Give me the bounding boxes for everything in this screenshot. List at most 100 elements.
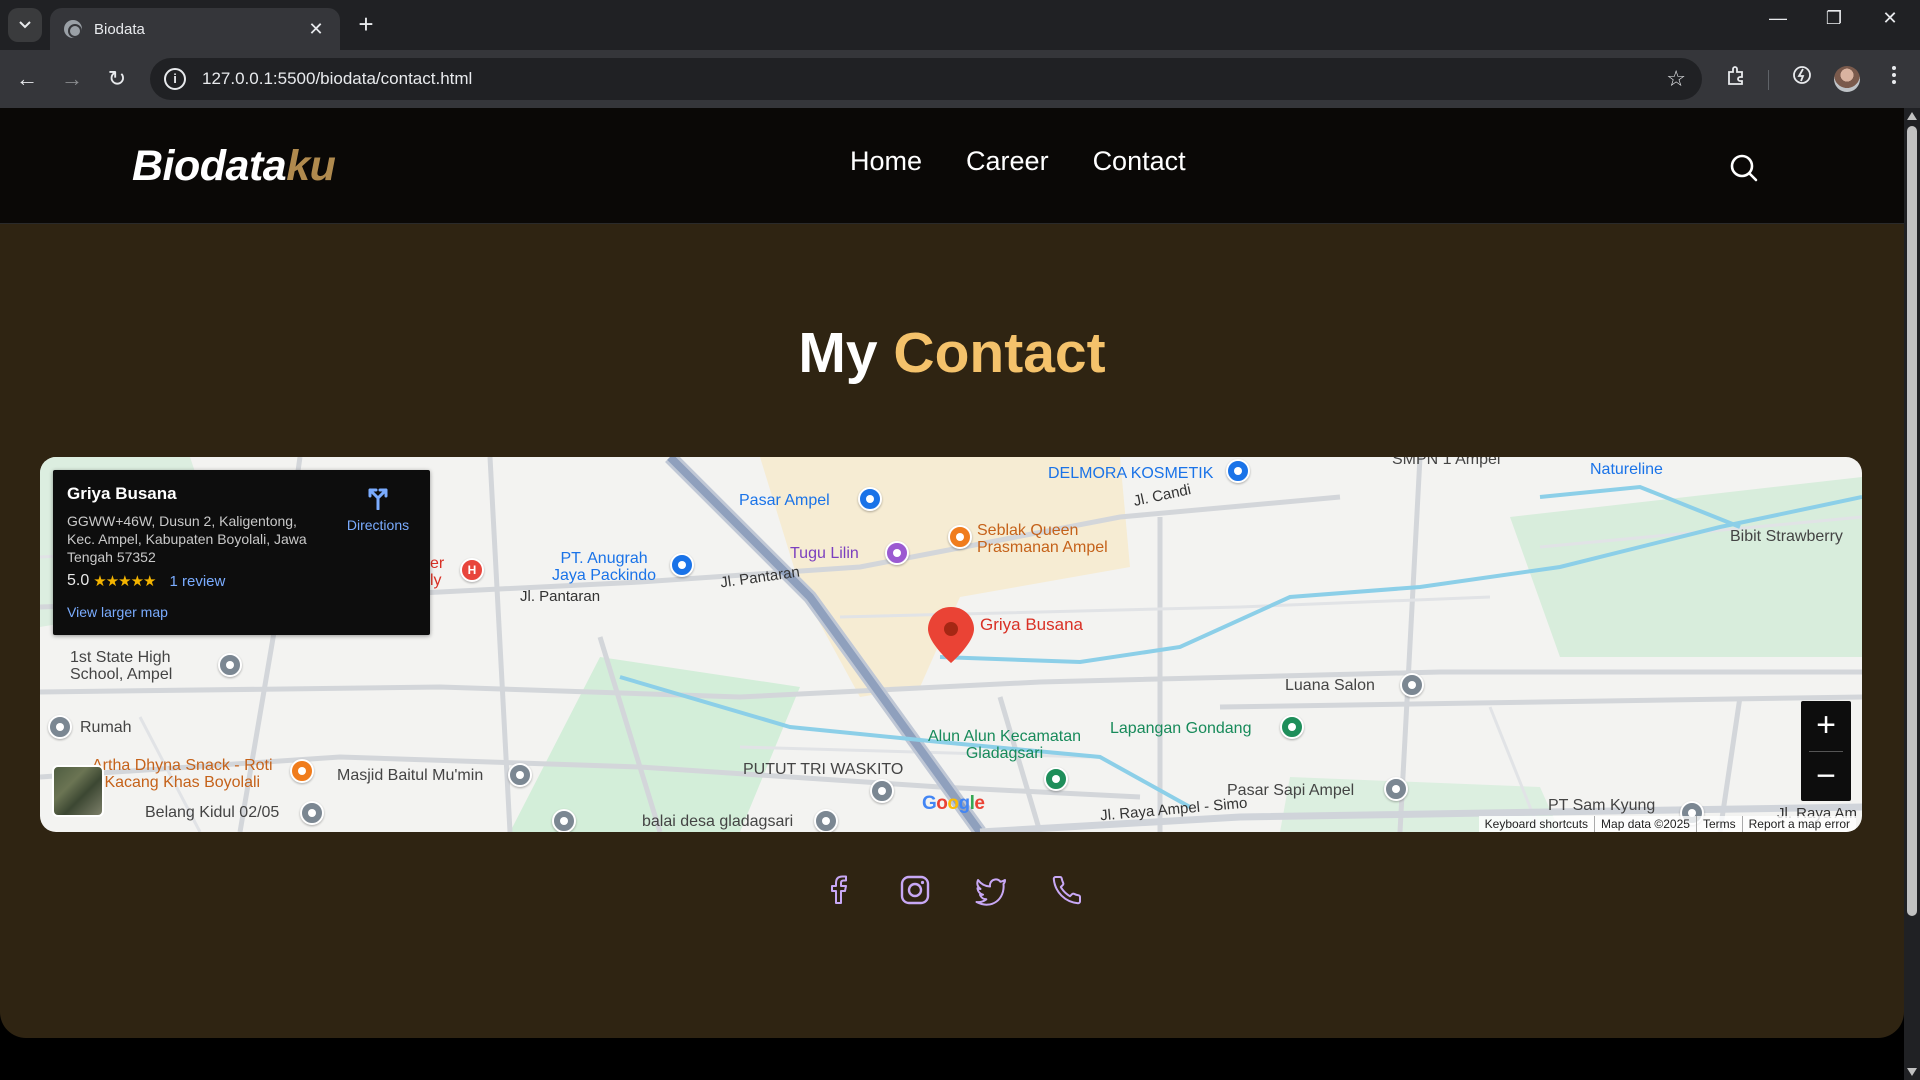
tab-search-button[interactable] bbox=[8, 8, 42, 42]
scroll-down-arrow[interactable] bbox=[1907, 1068, 1917, 1076]
directions-button[interactable]: Directions bbox=[338, 484, 418, 533]
page-scrollbar[interactable] bbox=[1904, 108, 1920, 1080]
map-attribution: Keyboard shortcuts Map data ©2025 Terms … bbox=[1478, 816, 1856, 832]
map-marker-label[interactable]: Griya Busana bbox=[980, 616, 1083, 633]
title-main: My bbox=[798, 321, 894, 385]
view-larger-map-link[interactable]: View larger map bbox=[67, 604, 168, 620]
new-tab-button[interactable]: + bbox=[352, 10, 380, 38]
salon-pin-icon[interactable] bbox=[1400, 673, 1424, 697]
reviews-link[interactable]: 1 review bbox=[170, 573, 226, 590]
park-pin-icon[interactable] bbox=[1044, 767, 1068, 791]
school-pin-icon[interactable] bbox=[218, 653, 242, 677]
poi-label[interactable]: PUTUT TRI WASKITO bbox=[743, 761, 903, 778]
profile-avatar[interactable] bbox=[1834, 66, 1860, 92]
chevron-down-icon bbox=[19, 21, 31, 29]
poi-label[interactable]: balai desa gladagsari bbox=[642, 813, 793, 830]
site-logo[interactable]: Biodataku bbox=[132, 142, 336, 191]
phone-icon[interactable] bbox=[1050, 873, 1084, 907]
scrollbar-thumb[interactable] bbox=[1907, 126, 1917, 916]
poi-label[interactable]: PT Sam Kyung bbox=[1548, 797, 1655, 814]
hospital-pin-icon[interactable]: H bbox=[460, 558, 484, 582]
map-data-text: Map data ©2025 bbox=[1594, 816, 1696, 832]
place-pin-icon[interactable] bbox=[300, 801, 324, 825]
main-nav: Home Career Contact bbox=[850, 146, 1186, 177]
extensions-icon[interactable] bbox=[1721, 64, 1751, 94]
landmark-pin-icon[interactable] bbox=[885, 541, 909, 565]
place-pin-icon[interactable] bbox=[870, 779, 894, 803]
page-title: My Contact bbox=[0, 320, 1904, 386]
title-accent: Contact bbox=[893, 321, 1106, 385]
keyboard-shortcuts-link[interactable]: Keyboard shortcuts bbox=[1479, 816, 1594, 832]
place-pin-icon[interactable] bbox=[552, 809, 576, 832]
poi-label[interactable]: 1st State High School, Ampel bbox=[70, 649, 172, 683]
star-rating-icon: ★★★★★ bbox=[93, 573, 156, 590]
poi-label[interactable]: Artha Dhyna Snack - Roti Kacang Khas Boy… bbox=[92, 757, 273, 791]
restore-button[interactable]: ❐ bbox=[1814, 8, 1854, 29]
nav-contact[interactable]: Contact bbox=[1093, 146, 1186, 177]
menu-kebab-icon[interactable] bbox=[1879, 64, 1909, 94]
park-pin-icon[interactable] bbox=[1280, 715, 1304, 739]
instagram-icon[interactable] bbox=[898, 873, 932, 907]
globe-icon bbox=[64, 20, 82, 38]
poi-label[interactable]: Belang Kidul 02/05 bbox=[145, 804, 279, 821]
site-container: Biodataku Home Career Contact My Contact bbox=[0, 108, 1904, 1038]
scroll-up-arrow[interactable] bbox=[1907, 112, 1917, 120]
poi-label[interactable]: Masjid Baitul Mu'min bbox=[337, 767, 483, 784]
back-button[interactable]: ← bbox=[12, 64, 42, 94]
poi-label[interactable]: Seblak Queen Prasmanan Ampel bbox=[977, 522, 1108, 556]
poi-label[interactable]: Pasar Ampel bbox=[739, 492, 830, 509]
market-pin-icon[interactable] bbox=[1384, 777, 1408, 801]
road-label: Jl. Pantaran bbox=[520, 588, 601, 605]
tab-close-button[interactable]: ✕ bbox=[306, 19, 326, 40]
browser-tab[interactable]: Biodata ✕ bbox=[50, 8, 340, 50]
shop-pin-icon[interactable] bbox=[1226, 459, 1250, 483]
zoom-out-button[interactable]: − bbox=[1801, 752, 1851, 802]
poi-label[interactable]: Natureline bbox=[1590, 461, 1663, 478]
performance-icon[interactable] bbox=[1787, 64, 1817, 94]
nav-career[interactable]: Career bbox=[966, 146, 1049, 177]
poi-label[interactable]: Luana Salon bbox=[1285, 677, 1375, 694]
info-icon[interactable]: i bbox=[164, 68, 186, 90]
site-header: Biodataku Home Career Contact bbox=[0, 108, 1904, 224]
tab-title: Biodata bbox=[94, 20, 145, 38]
minimize-button[interactable]: — bbox=[1758, 8, 1798, 29]
mosque-pin-icon[interactable] bbox=[508, 763, 532, 787]
embedded-map[interactable]: DELMORA KOSMETIK SMPN 1 Ampel Natureline… bbox=[40, 457, 1862, 832]
poi-label[interactable]: er ly bbox=[430, 555, 444, 589]
toolbar-divider bbox=[1768, 70, 1769, 90]
restaurant-pin-icon[interactable] bbox=[290, 759, 314, 783]
bookmark-star-icon[interactable]: ☆ bbox=[1666, 66, 1686, 92]
satellite-toggle-button[interactable] bbox=[52, 765, 104, 817]
nav-home[interactable]: Home bbox=[850, 146, 922, 177]
url-text[interactable]: 127.0.0.1:5500/biodata/contact.html bbox=[202, 69, 1666, 89]
cart-pin-icon[interactable] bbox=[858, 487, 882, 511]
poi-label[interactable]: Tugu Lilin bbox=[790, 545, 859, 562]
home-pin-icon[interactable] bbox=[48, 715, 72, 739]
window-close-button[interactable]: ✕ bbox=[1870, 8, 1910, 29]
poi-label[interactable]: Alun Alun Kecamatan Gladagsari bbox=[928, 728, 1081, 762]
zoom-in-button[interactable]: + bbox=[1801, 701, 1851, 751]
place-address: GGWW+46W, Dusun 2, Kaligentong, Kec. Amp… bbox=[67, 513, 307, 565]
poi-label[interactable]: SMPN 1 Ampel bbox=[1392, 457, 1500, 468]
shop-pin-icon[interactable] bbox=[670, 553, 694, 577]
browser-tabstrip: Biodata ✕ + — ❐ ✕ bbox=[0, 0, 1920, 50]
poi-label[interactable]: DELMORA KOSMETIK bbox=[1048, 465, 1213, 482]
address-bar[interactable]: i 127.0.0.1:5500/biodata/contact.html ☆ bbox=[150, 58, 1702, 100]
poi-label[interactable]: Lapangan Gondang bbox=[1110, 720, 1251, 737]
poi-label[interactable]: Rumah bbox=[80, 719, 132, 736]
directions-label: Directions bbox=[346, 517, 410, 533]
search-icon[interactable] bbox=[1728, 152, 1760, 184]
zoom-controls: + − bbox=[1801, 701, 1851, 801]
report-error-link[interactable]: Report a map error bbox=[1741, 816, 1856, 832]
facebook-icon[interactable] bbox=[822, 873, 856, 907]
government-pin-icon[interactable] bbox=[814, 809, 838, 832]
browser-toolbar: ← → ↻ i 127.0.0.1:5500/biodata/contact.h… bbox=[0, 50, 1920, 108]
rating-row: 5.0 ★★★★★ 1 review bbox=[67, 572, 416, 590]
restaurant-pin-icon[interactable] bbox=[948, 525, 972, 549]
poi-label[interactable]: Bibit Strawberry bbox=[1730, 528, 1843, 545]
poi-label[interactable]: PT. Anugrah Jaya Packindo bbox=[552, 550, 656, 584]
twitter-icon[interactable] bbox=[974, 873, 1008, 907]
forward-button[interactable]: → bbox=[57, 64, 87, 94]
terms-link[interactable]: Terms bbox=[1695, 816, 1742, 832]
reload-button[interactable]: ↻ bbox=[102, 64, 132, 94]
